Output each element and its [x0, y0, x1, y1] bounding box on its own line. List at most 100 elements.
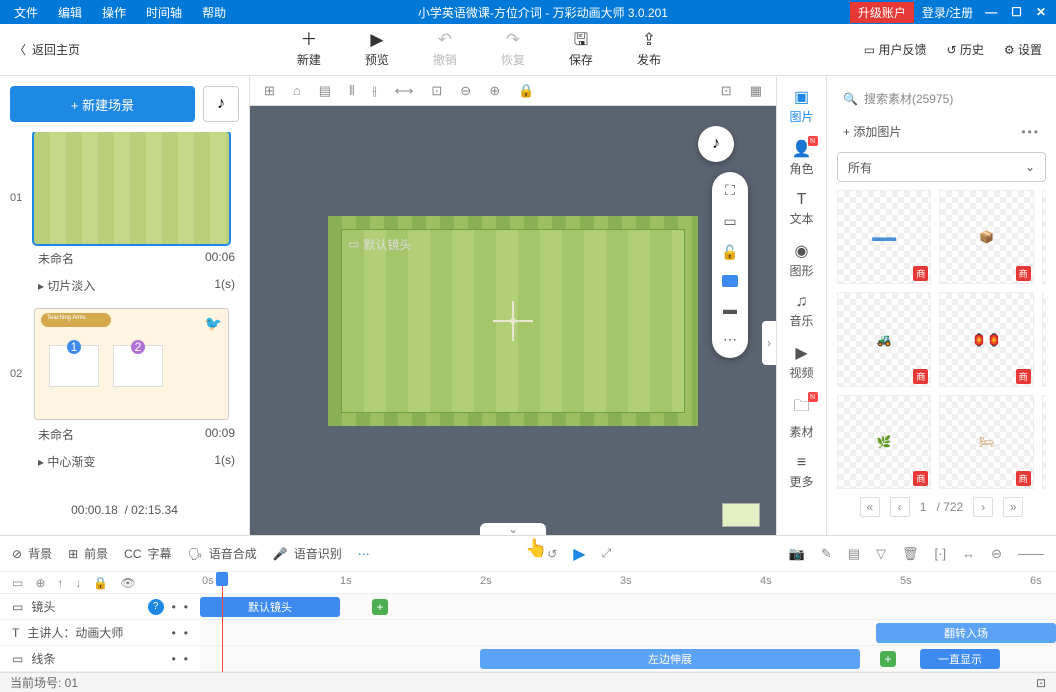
zoom-out-tl[interactable]: ⊖ [991, 546, 1002, 562]
tab-video[interactable]: ▶视频 [782, 338, 822, 386]
grid-icon[interactable]: ▦ [750, 83, 762, 99]
home-icon[interactable]: ⌂ [293, 83, 301, 98]
undo-button[interactable]: ↶撤销 [433, 31, 457, 68]
clip-enter[interactable]: 翻转入场 [876, 623, 1056, 643]
menu-action[interactable]: 操作 [92, 4, 136, 21]
save-button[interactable]: 🖫保存 [569, 31, 593, 68]
asset-item[interactable]: 📦商 [939, 190, 1033, 284]
asset-search[interactable]: 🔍搜索素材(25975) [837, 86, 1046, 111]
add-image-button[interactable]: + 添加图片 [843, 123, 901, 140]
asset-item[interactable]: 🏮🏮商 [939, 292, 1033, 386]
asset-item[interactable]: 🌿商 [837, 395, 931, 489]
tab-shape[interactable]: ◉图形 [782, 236, 822, 284]
snap-icon[interactable]: ⊡ [721, 83, 732, 99]
bg-button[interactable]: ⊘ 背景 [12, 545, 52, 562]
new-scene-button[interactable]: + 新建场景 [10, 86, 195, 122]
asset-item[interactable]: 🧍商 [1042, 190, 1046, 284]
asset-item[interactable]: 🚜商 [837, 292, 931, 386]
timeline-pull[interactable]: ⌄ [480, 523, 546, 535]
zoom-in-icon[interactable]: ⊕ [489, 83, 500, 99]
menu-edit[interactable]: 编辑 [48, 4, 92, 21]
track-presenter[interactable]: T 主讲人：动画大师•• [0, 620, 200, 645]
fg-button[interactable]: ⊞ 前景 [68, 545, 108, 562]
music-float-button[interactable]: ♪ [698, 126, 734, 162]
scene-thumb[interactable]: Teaching Aims 🐦 1 2 [34, 308, 229, 420]
tab-role[interactable]: 👤角色N [782, 134, 822, 182]
panel-collapse[interactable]: › [762, 321, 776, 365]
device-icon[interactable]: ▬ [723, 301, 737, 317]
width-icon[interactable]: ↔ [962, 546, 975, 562]
timeline-ruler[interactable]: 0s 1s 2s 3s 4s 5s 6s [200, 572, 1056, 593]
bg-color-icon[interactable] [722, 275, 738, 287]
del-icon[interactable]: 🗑 [902, 546, 919, 562]
layer-icon[interactable]: ▤ [319, 83, 331, 99]
more-tools[interactable]: ⋯ [358, 547, 370, 561]
settings-button[interactable]: ⚙ 设置 [1004, 41, 1042, 58]
menu-help[interactable]: 帮助 [192, 4, 236, 21]
back-home[interactable]: 〈 返回主页 [0, 41, 94, 58]
close-button[interactable]: ✕ [1036, 5, 1046, 19]
tl-up-icon[interactable]: ↑ [57, 576, 63, 590]
tab-asset[interactable]: 🗀素材N [782, 390, 822, 445]
scene-item[interactable]: 02 Teaching Aims 🐦 1 2 未命名00:09 ▸ 中心渐变1(… [10, 308, 239, 474]
tl-collapse-icon[interactable]: ▭ [12, 576, 23, 590]
login-button[interactable]: 登录/注册 [922, 4, 973, 21]
asset-item[interactable]: 🧍‍♀️商 [1042, 395, 1046, 489]
track-line[interactable]: ▭ 线条•• [0, 646, 200, 671]
scene-item[interactable]: 01 未命名00:06 ▸ 切片淡入1(s) [10, 132, 239, 298]
dist-icon[interactable]: ⟷ [395, 83, 414, 99]
filter-dropdown[interactable]: 所有⌄ [837, 152, 1046, 182]
bgm-button[interactable]: ♪ [203, 86, 239, 122]
filter-icon[interactable]: ▽ [876, 546, 886, 562]
add-keyframe[interactable]: + [372, 599, 388, 615]
expand-icon[interactable]: ⤢ [602, 546, 612, 561]
tl-eye-icon[interactable]: 👁 [120, 576, 135, 590]
playhead[interactable] [222, 572, 223, 672]
menu-file[interactable]: 文件 [4, 4, 48, 21]
page-next[interactable]: › [973, 497, 993, 517]
canvas-stage[interactable]: ▭ 默认镜头 [328, 216, 698, 426]
unlock-icon[interactable]: 🔓 [721, 244, 738, 261]
minimap[interactable] [722, 503, 760, 527]
asset-item[interactable]: 🛏商 [939, 395, 1033, 489]
menu-timeline[interactable]: 时间轴 [136, 4, 192, 21]
page-first[interactable]: « [860, 497, 880, 517]
maximize-button[interactable]: ☐ [1011, 5, 1022, 19]
add-keyframe[interactable]: + [880, 651, 896, 667]
clip-extend[interactable]: 左边伸展 [480, 649, 860, 669]
publish-button[interactable]: ⇪发布 [637, 31, 661, 68]
edit-icon[interactable]: ✎ [821, 546, 832, 562]
fullscreen-icon[interactable]: ⛶ [725, 182, 735, 199]
asset-item[interactable]: 🎆商 [1042, 292, 1046, 386]
history-button[interactable]: ↺ 历史 [946, 41, 983, 58]
more-icon[interactable]: ⋯ [723, 331, 737, 348]
zoom-slider[interactable]: —— [1018, 546, 1044, 562]
align-v-icon[interactable]: ⫲ [373, 83, 377, 99]
align-h-icon[interactable]: ⫴ [349, 83, 354, 99]
new-button[interactable]: ＋新建 [297, 31, 321, 68]
snapshot-icon[interactable]: 📷 [789, 546, 805, 562]
redo-button[interactable]: ↷恢复 [501, 31, 525, 68]
zoom-out-icon[interactable]: ⊖ [460, 83, 471, 99]
camera-icon[interactable]: ▭ [723, 213, 736, 230]
upgrade-button[interactable]: 升级账户 [850, 2, 914, 23]
preview-button[interactable]: ▶预览 [365, 31, 389, 68]
tab-music[interactable]: ♫音乐 [782, 288, 822, 334]
ruler-icon[interactable]: ⊞ [264, 83, 275, 99]
status-resize[interactable]: ⊡ [1036, 676, 1046, 690]
lock-icon[interactable]: 🔒 [518, 83, 534, 99]
more-options[interactable]: ••• [1021, 125, 1040, 139]
play-icon[interactable]: ▶ [573, 544, 585, 564]
tab-image[interactable]: ▣图片 [782, 82, 822, 130]
center-icon[interactable]: ⊡ [431, 83, 442, 99]
asr-button[interactable]: 🎤 语音识别 [273, 545, 342, 562]
page-prev[interactable]: ‹ [890, 497, 910, 517]
minimize-button[interactable]: — [985, 5, 997, 19]
clip-show[interactable]: 一直显示 [920, 649, 1000, 669]
track-camera[interactable]: ▭ 镜头?•• [0, 594, 200, 619]
tl-add-icon[interactable]: ⊕ [35, 576, 45, 590]
clip-camera[interactable]: 默认镜头 [200, 597, 340, 617]
scene-thumb[interactable] [34, 132, 229, 244]
feedback-button[interactable]: ▭ 用户反馈 [864, 41, 927, 58]
tab-more[interactable]: ≡更多 [782, 449, 822, 495]
